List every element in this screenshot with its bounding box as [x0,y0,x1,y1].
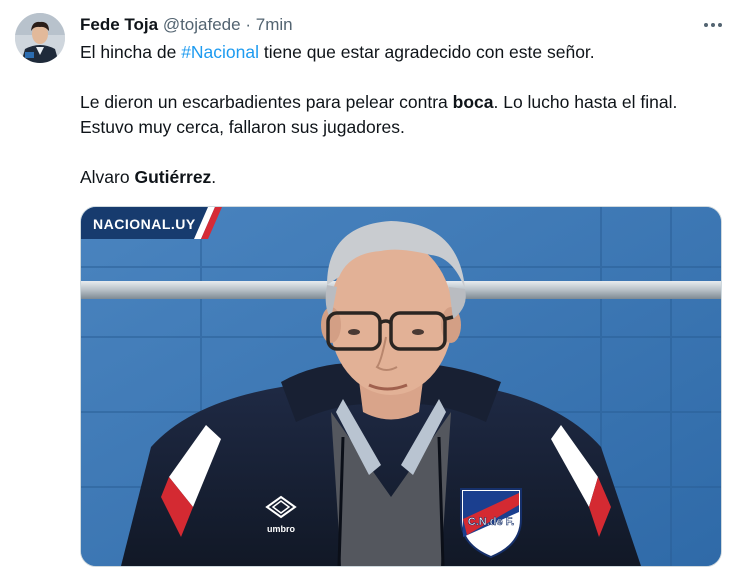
author-display-name[interactable]: Fede Toja [80,15,158,34]
tweet-paragraph-2: Le dieron un escarbadientes para pelear … [80,90,720,140]
photo: NACIONAL.UY umbro C.N.de F. [81,207,721,566]
text-segment: Alvaro [80,167,135,187]
tweet-timestamp[interactable]: 7min [256,15,293,34]
tweet-media-image[interactable]: NACIONAL.UY umbro C.N.de F. [80,206,722,567]
watermark-badge: NACIONAL.UY [81,207,222,239]
text-segment: Le dieron un escarbadientes para pelear … [80,92,453,112]
author-handle[interactable]: @tojafede [163,15,241,34]
separator-dot: · [245,15,251,34]
avatar-image [15,13,65,63]
text-segment: El hincha de [80,42,182,62]
avatar[interactable] [15,13,65,63]
umbro-text: umbro [267,524,296,534]
more-horizontal-icon [704,23,722,27]
tweet-text: El hincha de #Nacional tiene que estar a… [80,40,720,190]
tweet-paragraph-3: Alvaro Gutiérrez. [80,165,720,190]
text-segment: . [211,167,217,187]
tweet-header: Fede Toja @tojafede · 7min [80,13,696,37]
more-options-button[interactable] [700,14,726,36]
tweet-paragraph-1: El hincha de #Nacional tiene que estar a… [80,40,720,65]
bold-text: Gutiérrez [134,167,212,187]
crest-text: C.N.de F. [468,516,514,528]
tweet-card[interactable]: Fede Toja @tojafede · 7min El hincha de … [0,0,756,576]
watermark-text: NACIONAL.UY [93,216,196,232]
bold-text: boca [452,92,494,112]
hashtag-link[interactable]: #Nacional [181,42,259,62]
text-segment: tiene que estar agradecido con este seño… [259,42,595,62]
